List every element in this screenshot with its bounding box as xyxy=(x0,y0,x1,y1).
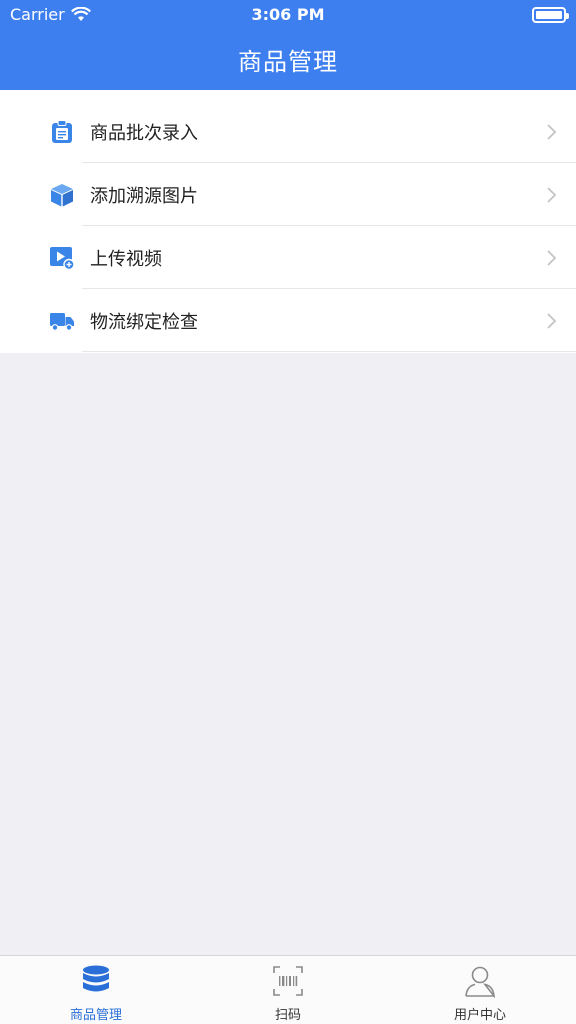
database-icon xyxy=(83,965,109,992)
menu-item-add-trace-image[interactable]: 添加溯源图片 xyxy=(0,163,576,226)
page-title: 商品管理 xyxy=(238,48,338,76)
chevron-right-icon xyxy=(547,313,557,329)
tab-bar: 商品管理 扫码 用户中心 xyxy=(0,955,576,1024)
status-bar: Carrier 3:06 PM xyxy=(0,0,576,30)
video-upload-icon xyxy=(50,247,74,270)
tab-label: 扫码 xyxy=(274,1008,301,1023)
menu-item-label: 物流绑定检查 xyxy=(90,312,198,333)
tab-label: 用户中心 xyxy=(453,1008,506,1023)
menu-item-logistics-check[interactable]: 物流绑定检查 xyxy=(0,289,576,352)
user-icon xyxy=(465,966,496,998)
menu-item-batch-entry[interactable]: 商品批次录入 xyxy=(0,100,576,163)
menu-item-label: 上传视频 xyxy=(90,249,162,270)
status-time: 3:06 PM xyxy=(251,5,325,24)
battery-icon xyxy=(532,7,569,23)
tab-user-center[interactable]: 用户中心 xyxy=(384,956,576,1024)
chevron-right-icon xyxy=(547,124,557,140)
box-icon xyxy=(51,184,73,207)
menu-item-label: 商品批次录入 xyxy=(90,123,198,144)
menu-list: 商品批次录入 添加溯源图片 上传视频 物流绑定检查 xyxy=(0,90,576,353)
tab-scan[interactable]: 扫码 xyxy=(192,956,384,1024)
tab-label: 商品管理 xyxy=(69,1008,122,1023)
tab-product-management[interactable]: 商品管理 xyxy=(0,956,192,1024)
chevron-right-icon xyxy=(547,250,557,266)
barcode-scan-icon xyxy=(273,966,303,996)
menu-item-label: 添加溯源图片 xyxy=(90,186,198,207)
menu-item-upload-video[interactable]: 上传视频 xyxy=(0,226,576,289)
chevron-right-icon xyxy=(547,187,557,203)
navigation-header: Carrier 3:06 PM 商品管理 xyxy=(0,0,576,90)
truck-icon xyxy=(50,313,74,331)
clipboard-icon xyxy=(52,120,72,143)
divider xyxy=(82,351,576,352)
